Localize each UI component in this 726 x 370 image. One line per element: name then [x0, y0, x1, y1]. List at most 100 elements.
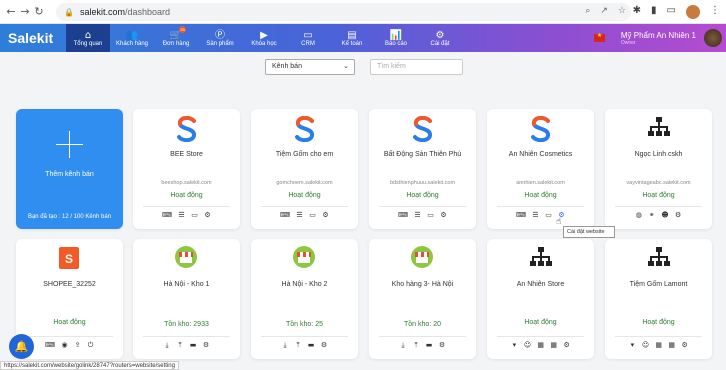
menu-item-overview[interactable]: ⌂ Tổng quan: [66, 24, 110, 52]
gear-icon[interactable]: ⚙: [440, 211, 447, 219]
gear-icon[interactable]: ⚙: [681, 341, 688, 349]
reload-icon[interactable]: ↻: [32, 5, 46, 18]
forward-icon[interactable]: →: [18, 5, 32, 18]
channel-card[interactable]: BEE Store beeshop.salekit.com Hoạt động …: [133, 109, 240, 229]
sidebar-icon[interactable]: ▮: [651, 5, 657, 19]
calendar-icon[interactable]: ▦: [550, 341, 557, 349]
search-input[interactable]: Tìm kiếm: [370, 59, 463, 75]
archive-icon[interactable]: ▬: [426, 341, 433, 350]
sync-icon[interactable]: ◉: [61, 341, 68, 350]
keyboard-icon[interactable]: ⌨: [398, 211, 408, 219]
channel-card[interactable]: Tiệm Gốm cho em gomchoem.salekit.com Hoạ…: [251, 109, 358, 229]
channel-card[interactable]: Ngọc Linh cskh vayvintageabc.salekit.com…: [605, 109, 712, 229]
list-icon[interactable]: ☰: [414, 211, 421, 219]
profile-avatar[interactable]: [686, 5, 700, 19]
channel-card[interactable]: An Nhiên Store Hoạt động ▾ ☺ ▦ ▦ ⚙: [487, 239, 594, 359]
keyboard-icon[interactable]: ⌨: [45, 341, 55, 350]
hand-cursor-icon: ☝: [556, 217, 562, 227]
status-label: Hoạt động: [524, 319, 557, 326]
channel-domain[interactable]: gomchoem.salekit.com: [251, 180, 358, 186]
back-icon[interactable]: ←: [4, 5, 18, 18]
globe-icon[interactable]: ◍: [635, 211, 642, 219]
users-icon[interactable]: ☻: [661, 211, 668, 219]
gear-icon[interactable]: ⚙: [321, 341, 328, 350]
add-channel-card[interactable]: Thêm kênh bán Bạn đã tạo : 12 / 100 Kênh…: [16, 109, 123, 229]
divider: [143, 336, 230, 337]
list-icon[interactable]: ☰: [178, 211, 185, 219]
download-icon[interactable]: ⤓: [282, 341, 289, 350]
calendar-icon[interactable]: ▦: [655, 341, 662, 349]
gear-icon[interactable]: ⚙: [203, 341, 210, 350]
address-bar[interactable]: 🔒 salekit.com /dashboard: [56, 3, 631, 21]
calendar-icon[interactable]: ▦: [537, 341, 544, 349]
window-icon[interactable]: ▭: [309, 211, 316, 219]
upload-icon[interactable]: ⤒: [177, 341, 184, 350]
window-icon[interactable]: ▭: [427, 211, 434, 219]
keyboard-icon[interactable]: ⌨: [280, 211, 290, 219]
user-icon[interactable]: ☺: [524, 341, 531, 349]
window-icon[interactable]: ▭: [667, 5, 676, 19]
download-icon[interactable]: ⤓: [400, 341, 407, 350]
gear-icon[interactable]: ⚙: [322, 211, 329, 219]
bookmark-icon[interactable]: ☆: [618, 6, 626, 16]
list-icon[interactable]: ☰: [296, 211, 303, 219]
window-icon[interactable]: ▭: [545, 211, 552, 219]
menu-item-reports[interactable]: 📊 Báo cáo: [374, 24, 418, 52]
logo[interactable]: Salekit: [0, 30, 66, 46]
user-menu[interactable]: Mỹ Phẩm An Nhiên 1 Owner: [621, 31, 696, 46]
archive-icon[interactable]: ▬: [308, 341, 315, 350]
menu-item-orders[interactable]: 25 🛒 Đơn hàng: [154, 24, 198, 52]
upload-icon[interactable]: ⇪: [74, 341, 81, 350]
channel-card[interactable]: Tiệm Gốm Lamont Hoạt động ▾ ☺ ▦ ▦ ⚙: [605, 239, 712, 359]
share-icon[interactable]: ↗: [600, 6, 608, 16]
keyboard-icon[interactable]: ⌨: [162, 211, 172, 219]
user-icon[interactable]: ☺: [642, 341, 649, 349]
window-icon[interactable]: ▭: [191, 211, 198, 219]
gear-icon[interactable]: ⚙: [675, 211, 682, 219]
channel-card[interactable]: An Nhiên Cosmetics annhien.salekit.com H…: [487, 109, 594, 229]
divider: [379, 206, 466, 207]
warehouse-card[interactable]: Kho hàng 3- Hà Nội Tồn kho: 20 ⤓ ⤒ ▬ ⚙: [369, 239, 476, 359]
cart-icon[interactable]: ▾: [511, 341, 518, 349]
menu-item-settings[interactable]: ⚙ Cài đặt: [418, 24, 462, 52]
link-icon[interactable]: ⚭: [648, 211, 655, 219]
gear-icon[interactable]: ⚙: [439, 341, 446, 350]
vietnam-flag-icon[interactable]: [593, 32, 605, 42]
more-icon[interactable]: ⋮: [710, 5, 720, 19]
cart-icon[interactable]: ▾: [629, 341, 636, 349]
keyboard-icon[interactable]: ⌨: [516, 211, 526, 219]
orders-badge: 25: [179, 26, 186, 33]
channel-name: Ngọc Linh cskh: [634, 151, 683, 158]
upload-icon[interactable]: ⤒: [413, 341, 420, 350]
menu-item-crm[interactable]: ▭ CRM: [286, 24, 330, 52]
user-avatar[interactable]: [704, 29, 722, 47]
extension-icon[interactable]: ✱: [633, 5, 641, 19]
menu-item-products[interactable]: Ⓟ Sản phẩm: [198, 24, 242, 52]
channel-select[interactable]: Kênh bán ⌄: [265, 59, 355, 75]
download-icon[interactable]: ⤓: [164, 341, 171, 350]
warehouse-card[interactable]: Hà Nội - Kho 1 Tồn kho: 2933 ⤓ ⤒ ▬ ⚙: [133, 239, 240, 359]
gear-icon[interactable]: ⚙: [204, 211, 211, 219]
warehouse-card[interactable]: Hà Nội - Kho 2 Tồn kho: 25 ⤓ ⤒ ▬ ⚙: [251, 239, 358, 359]
gear-icon[interactable]: ⚙: [563, 341, 570, 349]
menu-item-courses[interactable]: ▶ Khóa học: [242, 24, 286, 52]
menu-item-customers[interactable]: 👥 Khách hàng: [110, 24, 154, 52]
chevron-down-icon: ⌄: [343, 62, 349, 70]
list-icon[interactable]: ☰: [532, 211, 539, 219]
notification-bell-icon[interactable]: 🔔: [9, 334, 34, 359]
upload-icon[interactable]: ⤒: [295, 341, 302, 350]
channel-domain[interactable]: annhien.salekit.com: [487, 180, 594, 186]
archive-icon[interactable]: ▬: [190, 341, 197, 350]
menu-item-accounting[interactable]: ▤ Kế toán: [330, 24, 374, 52]
channel-domain[interactable]: vayvintageabc.salekit.com: [605, 180, 712, 186]
status-label: Hoạt động: [642, 192, 675, 199]
channel-domain[interactable]: bdsthienphuuu.salekit.com: [369, 180, 476, 186]
salekit-s-logo-icon: [295, 116, 314, 142]
channel-name: Bất Động Sản Thiên Phú: [383, 151, 462, 158]
status-label: Hoạt động: [524, 192, 557, 199]
zoom-icon[interactable]: ⌕: [585, 6, 590, 16]
channel-card[interactable]: Bất Động Sản Thiên Phú bdsthienphuuu.sal…: [369, 109, 476, 229]
calendar-icon[interactable]: ▦: [668, 341, 675, 349]
channel-domain[interactable]: beeshop.salekit.com: [133, 180, 240, 186]
power-icon[interactable]: ⏻: [87, 341, 94, 350]
